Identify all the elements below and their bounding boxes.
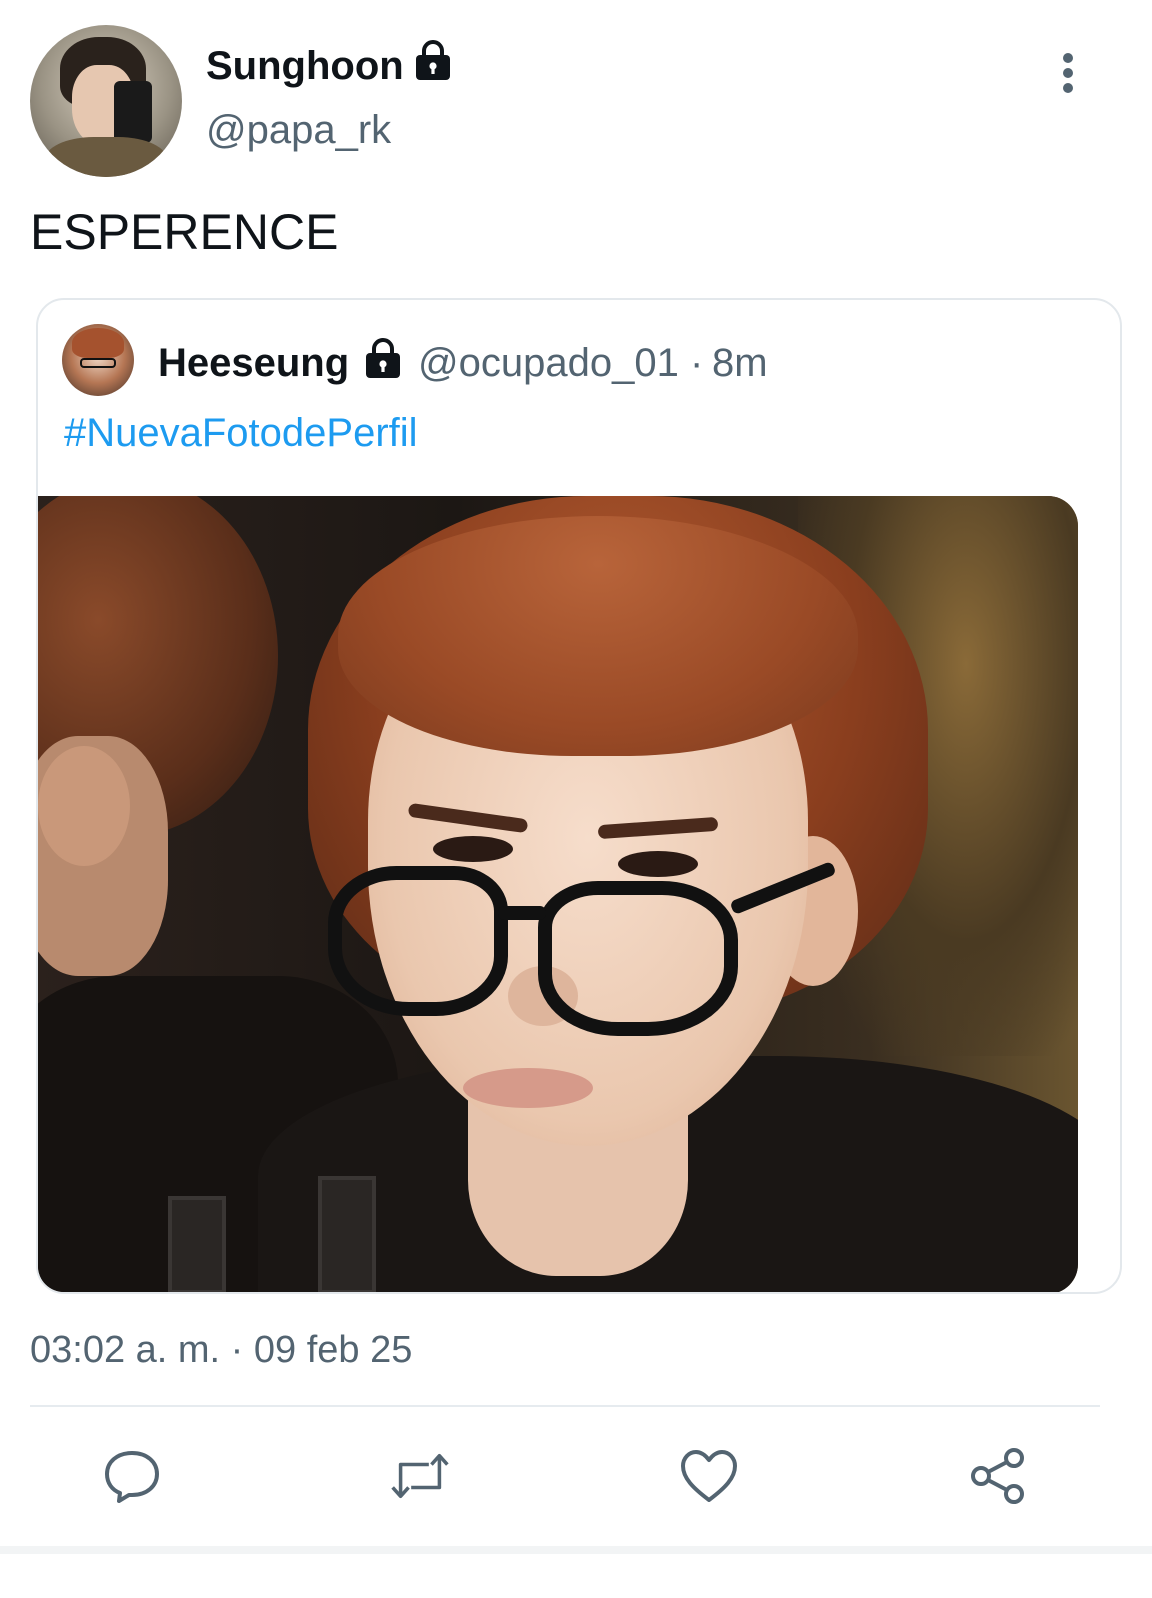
quoted-avatar-glasses <box>80 358 116 368</box>
author-display-name[interactable]: Sunghoon <box>206 40 404 92</box>
reply-button[interactable] <box>102 1446 162 1506</box>
share-icon <box>971 1448 1024 1504</box>
quoted-tweet-card[interactable]: Heeseung @ocupado_01 · 8m #NuevaFotodePe… <box>36 298 1122 1294</box>
tweet-text: ESPERENCE <box>30 204 339 260</box>
retweet-icon <box>391 1453 449 1499</box>
avatar-phone <box>114 81 152 143</box>
section-separator <box>0 1546 1152 1554</box>
quoted-time: 8m <box>712 341 768 385</box>
tweet-timestamp: 03:02 a. m. · 09 feb 25 <box>30 1329 413 1371</box>
quoted-author-handle[interactable]: @ocupado_01 <box>418 338 679 388</box>
retweet-button[interactable] <box>390 1446 450 1506</box>
quoted-author-display-name[interactable]: Heeseung <box>158 338 349 388</box>
divider <box>30 1405 1100 1407</box>
photo-person-fringe <box>338 516 858 756</box>
photo-bag-buckle <box>168 1196 226 1292</box>
photo-glasses-left-lens <box>328 866 508 1016</box>
author-handle[interactable]: @papa_rk <box>206 104 391 156</box>
quoted-avatar-hair <box>72 328 124 358</box>
like-button[interactable] <box>679 1446 739 1506</box>
share-button[interactable] <box>968 1446 1028 1506</box>
more-vertical-icon[interactable] <box>1048 50 1088 96</box>
photo-eye-right <box>618 851 698 877</box>
photo-glasses-right-lens <box>538 881 738 1036</box>
quoted-author-avatar[interactable] <box>62 324 134 396</box>
photo-bag-buckle <box>318 1176 376 1292</box>
photo-eye-left <box>433 836 513 862</box>
quoted-separator: · <box>690 341 704 385</box>
hashtag-link[interactable]: #NuevaFotodePerfil <box>64 408 418 458</box>
quoted-photo[interactable] <box>38 496 1078 1292</box>
lock-icon <box>366 338 400 378</box>
photo-glasses-bridge <box>498 906 546 920</box>
like-icon <box>681 1450 737 1502</box>
lock-icon <box>416 40 450 80</box>
photo-left-person-ear <box>38 746 130 866</box>
author-avatar[interactable] <box>30 25 182 177</box>
photo-lips <box>463 1068 593 1108</box>
reply-icon <box>105 1451 159 1503</box>
avatar-hoodie <box>44 137 168 177</box>
